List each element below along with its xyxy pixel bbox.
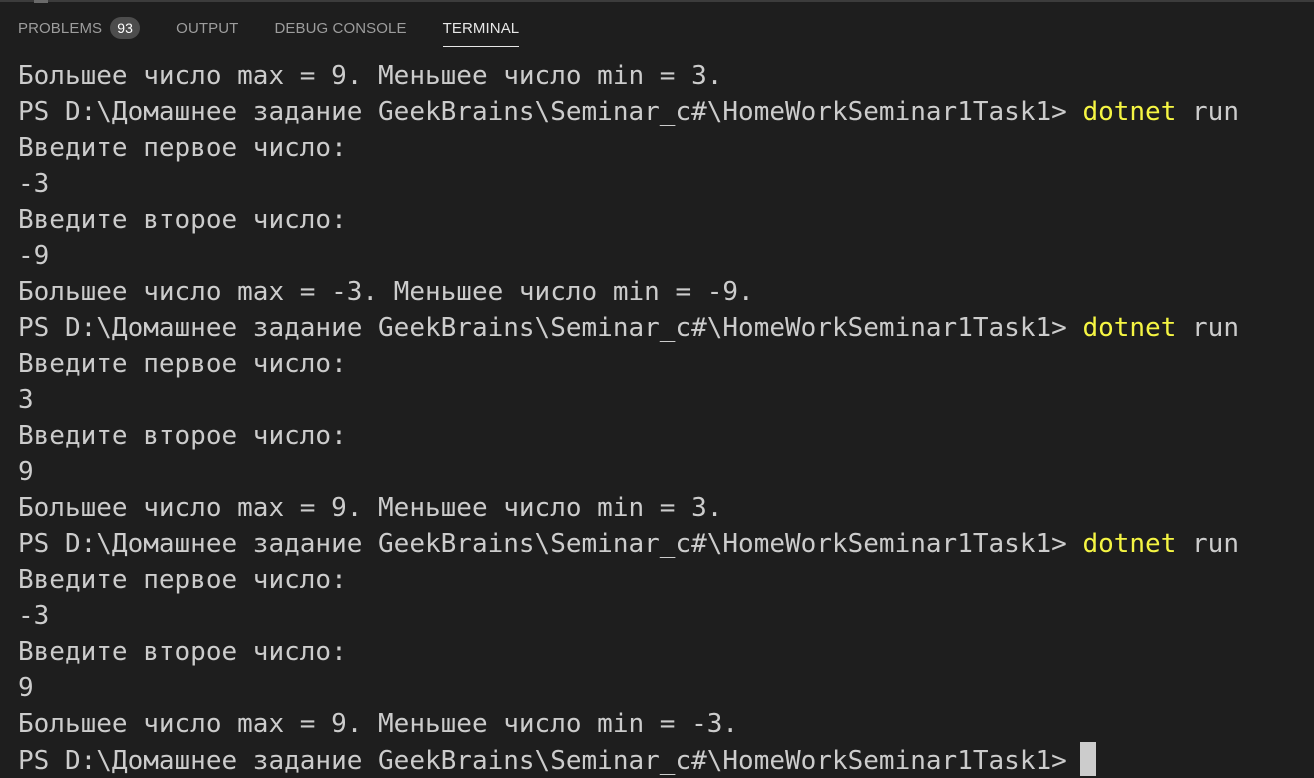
- command-program: dotnet: [1082, 529, 1177, 559]
- terminal-line-text: -3: [18, 601, 50, 631]
- top-border: [0, 0, 1314, 2]
- command-program: dotnet: [1082, 313, 1177, 343]
- terminal-output-line: Большее число max = -3. Меньшее число mi…: [18, 274, 1314, 310]
- terminal-line-text: 9: [18, 673, 34, 703]
- terminal-output-line: 3: [18, 382, 1314, 418]
- terminal-output-line: -9: [18, 238, 1314, 274]
- terminal-cursor: [1079, 742, 1096, 776]
- terminal-output-line: Введите второе число:: [18, 202, 1314, 238]
- terminal-prompt-line: PS D:\Домашнее задание GeekBrains\Semina…: [18, 526, 1314, 562]
- terminal-output[interactable]: Большее число max = 9. Меньшее число min…: [18, 58, 1314, 778]
- terminal-output-line: 9: [18, 454, 1314, 490]
- tab-debug-console-label: DEBUG CONSOLE: [274, 19, 407, 37]
- command-args: run: [1176, 97, 1239, 127]
- terminal-line-text: -9: [18, 241, 50, 271]
- command-program: dotnet: [1082, 97, 1177, 127]
- terminal-line-text: Введите второе число:: [18, 637, 347, 667]
- terminal-line-text: Большее число max = 9. Меньшее число min…: [18, 61, 723, 91]
- terminal-line-text: Большее число max = 9. Меньшее число min…: [18, 709, 739, 739]
- terminal-line-text: Большее число max = 9. Меньшее число min…: [18, 493, 723, 523]
- terminal-line-text: PS D:\Домашнее задание GeekBrains\Semina…: [18, 529, 1067, 559]
- terminal-line-text: Большее число max = -3. Меньшее число mi…: [18, 277, 754, 307]
- terminal-line-text: 3: [18, 385, 34, 415]
- terminal-prompt-line: PS D:\Домашнее задание GeekBrains\Semina…: [18, 310, 1314, 346]
- terminal-output-line: -3: [18, 598, 1314, 634]
- terminal-line-text: PS D:\Домашнее задание GeekBrains\Semina…: [18, 97, 1067, 127]
- terminal-line-text: 9: [18, 457, 34, 487]
- command-args: run: [1176, 529, 1239, 559]
- terminal-output-line: 9: [18, 670, 1314, 706]
- tab-output-label: OUTPUT: [176, 19, 239, 37]
- problems-count-badge: 93: [110, 17, 141, 39]
- command-args: run: [1176, 313, 1239, 343]
- tab-problems-label: PROBLEMS: [18, 19, 103, 37]
- terminal-prompt-line: PS D:\Домашнее задание GeekBrains\Semina…: [18, 94, 1314, 130]
- terminal-output-line: Введите второе число:: [18, 418, 1314, 454]
- tab-terminal-label: TERMINAL: [442, 19, 520, 37]
- terminal-output-line: Введите первое число:: [18, 130, 1314, 166]
- terminal-line-text: Введите второе число:: [18, 421, 347, 451]
- tab-output[interactable]: OUTPUT: [176, 6, 238, 50]
- terminal-line-text: PS D:\Домашнее задание GeekBrains\Semina…: [18, 313, 1067, 343]
- tab-terminal[interactable]: TERMINAL: [442, 6, 520, 50]
- terminal-output-line: Введите первое число:: [18, 346, 1314, 382]
- terminal-line-text: Введите первое число:: [18, 565, 347, 595]
- terminal-output-line: Введите первое число:: [18, 562, 1314, 598]
- tab-problems[interactable]: PROBLEMS 93: [18, 6, 141, 50]
- terminal-panel: PROBLEMS 93 OUTPUT DEBUG CONSOLE TERMINA…: [0, 0, 1314, 778]
- terminal-line-text: Введите первое число:: [18, 349, 347, 379]
- terminal-line-text: -3: [18, 169, 50, 199]
- terminal-output-line: -3: [18, 166, 1314, 202]
- terminal-line-text: PS D:\Домашнее задание GeekBrains\Semina…: [18, 746, 1067, 776]
- terminal-output-line: Большее число max = 9. Меньшее число min…: [18, 58, 1314, 94]
- terminal-output-line: Большее число max = 9. Меньшее число min…: [18, 706, 1314, 742]
- terminal-output-line: Большее число max = 9. Меньшее число min…: [18, 490, 1314, 526]
- panel-tabbar: PROBLEMS 93 OUTPUT DEBUG CONSOLE TERMINA…: [0, 6, 555, 50]
- sash-handle[interactable]: [34, 0, 48, 3]
- terminal-line-text: Введите второе число:: [18, 205, 347, 235]
- tab-debug-console[interactable]: DEBUG CONSOLE: [274, 6, 406, 50]
- terminal-line-text: Введите первое число:: [18, 133, 347, 163]
- terminal-output-line: Введите второе число:: [18, 634, 1314, 670]
- terminal-prompt-line: PS D:\Домашнее задание GeekBrains\Semina…: [18, 742, 1314, 778]
